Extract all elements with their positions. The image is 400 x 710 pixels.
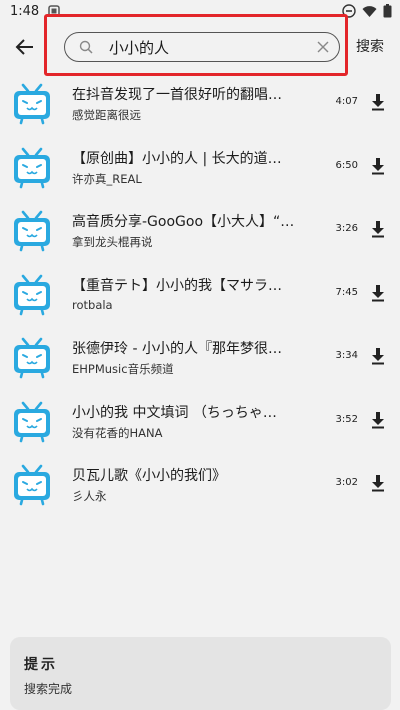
download-icon — [372, 475, 384, 492]
item-artist: rotbala — [72, 297, 113, 312]
list-item[interactable]: 张德伊玲 - 小小的人『那年梦很… EHPMusic音乐频道 3:34 — [0, 326, 400, 390]
download-icon — [372, 157, 384, 174]
item-duration: 7:45 — [335, 286, 358, 298]
item-title: 在抖音发现了一首很好听的翻唱… — [72, 87, 282, 103]
bilibili-tv-icon — [14, 147, 50, 188]
toast: 提示 搜索完成 — [10, 637, 391, 710]
item-artist: 彡人永 — [72, 489, 107, 503]
download-icon — [372, 348, 384, 365]
download-icon — [372, 94, 384, 111]
search-input[interactable] — [109, 34, 317, 60]
result-list: 在抖音发现了一首很好听的翻唱… 感觉距离很远 4:07 【原创曲】小小的人 | … — [0, 72, 400, 517]
search-box[interactable] — [64, 32, 340, 62]
item-artist: 没有花香的HANA — [72, 425, 163, 440]
download-button[interactable] — [369, 282, 387, 304]
arrow-back-icon — [15, 39, 33, 55]
bilibili-tv-icon — [14, 83, 50, 125]
download-icon — [372, 411, 384, 428]
item-title: 【重音テト】小小的我【マサラ… — [72, 277, 282, 294]
list-item[interactable]: 高音质分享-GooGoo【小大人】“… 拿到龙头棍再说 3:26 — [0, 199, 400, 263]
item-title: 【原创曲】小小的人 | 长大的道… — [72, 150, 282, 167]
item-title: 高音质分享-GooGoo【小大人】“… — [72, 214, 295, 230]
list-item[interactable]: 在抖音发现了一首很好听的翻唱… 感觉距离很远 4:07 — [0, 72, 400, 136]
do-not-disturb-icon — [342, 4, 356, 18]
download-button[interactable] — [369, 472, 387, 494]
status-right — [342, 4, 392, 18]
search-icon — [79, 40, 93, 54]
download-button[interactable] — [369, 409, 387, 431]
item-title: 小小的我 中文填词 （ちっちゃ… — [72, 404, 277, 421]
download-button[interactable] — [369, 218, 387, 240]
back-button[interactable] — [12, 34, 38, 60]
list-item[interactable]: 小小的我 中文填词 （ちっちゃ… 没有花香的HANA 3:52 — [0, 390, 400, 454]
download-button[interactable] — [369, 155, 387, 177]
search-button[interactable]: 搜索 — [356, 36, 384, 56]
download-icon — [372, 284, 384, 301]
item-duration: 3:26 — [335, 223, 358, 234]
list-item[interactable]: 【重音テト】小小的我【マサラ… rotbala 7:45 — [0, 263, 400, 327]
clear-icon[interactable] — [317, 41, 329, 53]
list-item[interactable]: 【原创曲】小小的人 | 长大的道… 许亦真_REAL 6:50 — [0, 136, 400, 200]
toast-title: 提示 — [24, 657, 58, 673]
item-duration: 3:52 — [335, 413, 358, 425]
bilibili-tv-icon — [14, 401, 50, 442]
bilibili-tv-icon — [14, 274, 50, 315]
item-duration: 4:07 — [335, 96, 358, 107]
item-duration: 3:34 — [335, 350, 358, 361]
item-duration: 6:50 — [335, 159, 358, 171]
bilibili-tv-icon — [14, 337, 50, 379]
item-artist: EHPMusic音乐频道 — [72, 362, 174, 376]
item-artist: 感觉距离很远 — [72, 108, 141, 122]
wifi-icon — [362, 5, 377, 18]
list-item[interactable]: 贝瓦儿歌《小小的我们》 彡人永 3:02 — [0, 453, 400, 517]
bilibili-tv-icon — [14, 464, 50, 506]
download-button[interactable] — [369, 91, 387, 113]
download-button[interactable] — [369, 345, 387, 367]
item-title: 张德伊玲 - 小小的人『那年梦很… — [72, 341, 282, 357]
notification-icon — [47, 4, 61, 18]
item-artist: 拿到龙头棍再说 — [72, 235, 153, 249]
status-bar: 1:48 — [0, 0, 400, 22]
item-artist: 许亦真_REAL — [72, 171, 142, 186]
toast-message: 搜索完成 — [24, 682, 73, 696]
download-icon — [372, 221, 384, 238]
status-time: 1:48 — [10, 3, 40, 19]
item-title: 贝瓦儿歌《小小的我们》 — [72, 468, 226, 484]
status-left: 1:48 — [10, 4, 61, 19]
item-duration: 3:02 — [335, 477, 358, 488]
battery-icon — [383, 4, 392, 18]
bilibili-tv-icon — [14, 210, 50, 252]
